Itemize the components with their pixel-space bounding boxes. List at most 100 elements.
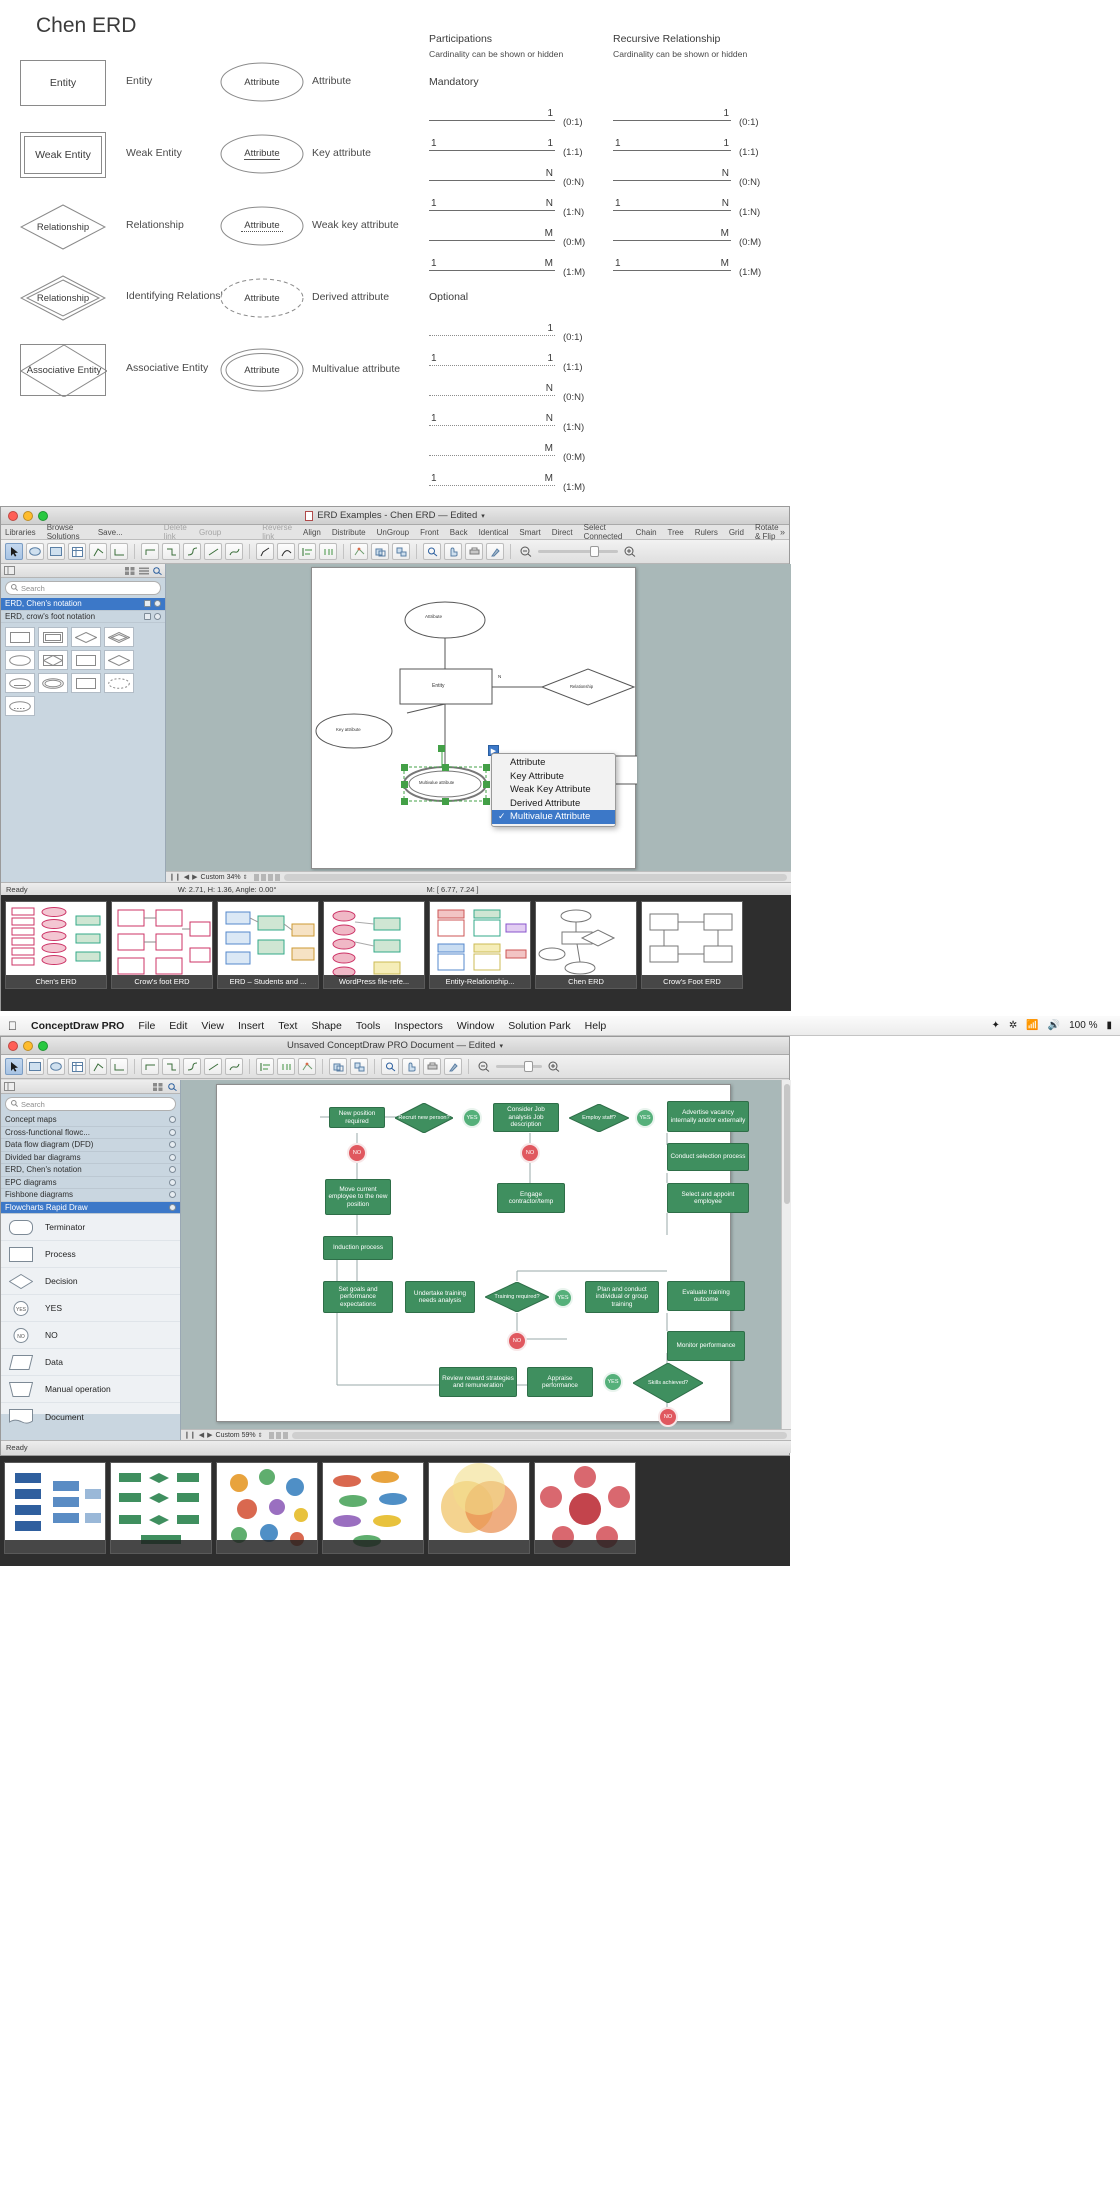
flow-node-employ-staff[interactable]: Employ staff? — [569, 1104, 629, 1132]
library-item-data-flow-diagram[interactable]: Data flow diagram (DFD) — [1, 1139, 180, 1152]
chevron-down-icon[interactable]: ▾ — [500, 1042, 504, 1050]
menu-back[interactable]: Back — [450, 528, 468, 537]
menu-identical[interactable]: Identical — [479, 528, 509, 537]
erd-menu-strip[interactable]: Libraries Browse Solutions Save... Delet… — [1, 523, 789, 541]
menu-browse-solutions[interactable]: Browse Solutions — [47, 523, 87, 541]
thumbnail-item[interactable]: Crow's Foot ERD — [641, 901, 743, 989]
minimize-button[interactable] — [23, 1041, 33, 1051]
menu-front[interactable]: Front — [420, 528, 439, 537]
wifi-icon[interactable]: 📶 — [1026, 1020, 1038, 1031]
thumbnail-item[interactable] — [216, 1462, 318, 1554]
menu-edit[interactable]: Edit — [169, 1020, 187, 1032]
volume-icon[interactable]: 🔊 — [1048, 1020, 1060, 1031]
context-menu-item-weak-key-attribute[interactable]: Weak Key Attribute — [492, 783, 615, 797]
stencil-list[interactable]: Terminator Process Decision YES YES NO N… — [1, 1214, 180, 1424]
stencil-associative-entity[interactable] — [38, 650, 68, 670]
thumbnail-item[interactable] — [534, 1462, 636, 1554]
library-close-icon[interactable] — [169, 1203, 176, 1211]
page-indicators[interactable] — [268, 1431, 288, 1439]
library-panel-toolbar[interactable] — [1, 564, 165, 578]
print-icon[interactable] — [465, 543, 483, 560]
line-tool-icon[interactable] — [89, 543, 107, 560]
select-tool-icon[interactable] — [5, 1058, 23, 1075]
search-icon[interactable] — [423, 543, 441, 560]
table-tool-icon[interactable] — [68, 1058, 86, 1075]
library-search-input[interactable]: Search — [5, 1097, 176, 1111]
library-close-icon[interactable] — [169, 1166, 176, 1174]
flow-node-advertise-vacancy[interactable]: Advertise vacancy internally and/or exte… — [667, 1101, 749, 1132]
library-list-view-icon[interactable] — [139, 562, 149, 580]
stencil-item-no[interactable]: NO NO — [1, 1322, 180, 1349]
menu-save[interactable]: Save... — [98, 528, 123, 537]
stencil-item-yes[interactable]: YES YES — [1, 1295, 180, 1322]
scroll-thumb[interactable] — [784, 1084, 790, 1204]
thumbnail-item[interactable]: Chen ERD — [535, 901, 637, 989]
stencil-item-decision[interactable]: Decision — [1, 1268, 180, 1295]
scroll-right-icon[interactable]: ▶ — [204, 1431, 215, 1439]
menu-chain[interactable]: Chain — [636, 528, 657, 537]
format-painter-icon[interactable] — [444, 1058, 462, 1075]
canvas-zoom-value[interactable]: Custom 34% — [201, 874, 241, 881]
thumbnail-item[interactable]: WordPress file-refe... — [323, 901, 425, 989]
mac-menubar-status-items[interactable]: ✦ ✲ 📶 🔊 100 % ▮ — [991, 1020, 1112, 1031]
library-item-flowcharts-rapid-draw[interactable]: Flowcharts Rapid Draw — [1, 1201, 180, 1214]
thumbnail-item[interactable] — [428, 1462, 530, 1554]
flow-node-set-goals[interactable]: Set goals and performance expectations — [323, 1281, 393, 1313]
flow-node-select-and-appoint-employee[interactable]: Select and appoint employee — [667, 1183, 749, 1213]
rotate-icon[interactable] — [298, 1058, 316, 1075]
stencil-relationship[interactable] — [71, 627, 101, 647]
flow-node-training-required[interactable]: Training required? — [485, 1282, 549, 1312]
context-menu-item-derived-attribute[interactable]: Derived Attribute — [492, 797, 615, 811]
flow-node-appraise-performance[interactable]: Appraise performance — [527, 1367, 593, 1397]
rotate-icon[interactable] — [350, 543, 368, 560]
flow-node-consider-job-analysis[interactable]: Consider Job analysis Job description — [493, 1103, 559, 1132]
group-icon[interactable] — [371, 543, 389, 560]
zoom-stepper-icon[interactable]: ⇕ — [256, 1432, 263, 1439]
attribute-type-context-menu[interactable]: Attribute Key Attribute Weak Key Attribu… — [491, 753, 616, 827]
canvas-horizontal-scrollbar[interactable]: ❙❙ ◀ ▶ Custom 34% ⇕ — [166, 871, 791, 882]
battery-percentage[interactable]: 100 % — [1069, 1020, 1097, 1031]
right-angle-connector-icon[interactable] — [162, 1058, 180, 1075]
stencil-derived-attribute[interactable] — [104, 673, 134, 693]
library-close-icon[interactable] — [169, 1178, 176, 1186]
line-tool-icon[interactable] — [89, 1058, 107, 1075]
flow-node-conduct-selection-process[interactable]: Conduct selection process — [667, 1143, 749, 1171]
library-item-erd-chen-notation[interactable]: ERD, Chen's notation — [1, 1164, 180, 1177]
thumbnail-item[interactable] — [322, 1462, 424, 1554]
play-pause-icon[interactable]: ❙❙ — [166, 873, 184, 881]
flow-node-no-2[interactable]: NO — [520, 1143, 540, 1163]
window-titlebar[interactable]: ERD Examples - Chen ERD — Edited ▾ — [1, 507, 789, 525]
menu-distribute[interactable]: Distribute — [332, 528, 366, 537]
flow-node-skills-achieved[interactable]: Skills achieved? — [633, 1363, 703, 1403]
library-item-divided-bar-diagrams[interactable]: Divided bar diagrams — [1, 1152, 180, 1164]
dropbox-icon[interactable]: ✦ — [991, 1020, 999, 1031]
minimize-button[interactable] — [23, 511, 33, 521]
flow-node-yes-2[interactable]: YES — [635, 1108, 655, 1128]
flow-node-no-3[interactable]: NO — [507, 1331, 527, 1351]
menu-tree[interactable]: Tree — [668, 528, 684, 537]
library-search-input[interactable]: Search — [5, 581, 161, 595]
stencil-key-attribute[interactable] — [5, 673, 35, 693]
print-icon[interactable] — [423, 1058, 441, 1075]
menu-ungroup[interactable]: UnGroup — [377, 528, 409, 537]
flow-node-undertake-training-needs[interactable]: Undertake training needs analysis — [405, 1281, 475, 1313]
menu-solution-park[interactable]: Solution Park — [508, 1020, 570, 1032]
thumbnail-item[interactable]: Entity-Relationship... — [429, 901, 531, 989]
library-item-chen-notation[interactable]: ERD, Chen's notation — [1, 598, 165, 611]
flow-node-review-reward-strategies[interactable]: Review reward strategies and remuneratio… — [439, 1367, 517, 1397]
chevron-down-icon[interactable]: ▾ — [481, 512, 485, 520]
menu-text[interactable]: Text — [278, 1020, 297, 1032]
ellipse-tool-icon[interactable] — [47, 1058, 65, 1075]
close-button[interactable] — [8, 511, 18, 521]
canvas-node-multivalue-attribute[interactable]: Multivalue attribute — [419, 780, 454, 785]
canvas-horizontal-scrollbar[interactable]: ❙❙ ◀ ▶ Custom 59% ⇕ — [181, 1429, 791, 1440]
flow-node-yes-1[interactable]: YES — [462, 1108, 482, 1128]
curved-connector-icon[interactable] — [183, 543, 201, 560]
menu-rulers[interactable]: Rulers — [695, 528, 718, 537]
thumbnail-item[interactable] — [110, 1462, 212, 1554]
flow-node-new-position-required[interactable]: New position required — [329, 1107, 385, 1128]
canvas-node-attribute[interactable]: Attribute — [425, 614, 442, 619]
menu-grid[interactable]: Grid — [729, 528, 744, 537]
flow-node-evaluate-training-outcome[interactable]: Evaluate training outcome — [667, 1281, 745, 1311]
menu-tools[interactable]: Tools — [356, 1020, 381, 1032]
